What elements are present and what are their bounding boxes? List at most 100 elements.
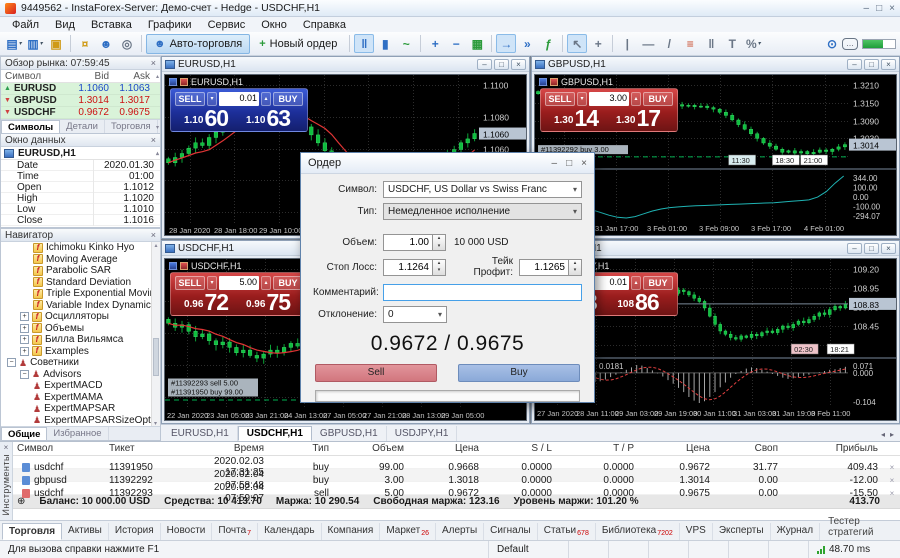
sell-button[interactable]: SELL bbox=[545, 92, 575, 106]
volume-decrease-button[interactable]: ▾ bbox=[207, 276, 217, 290]
navigator-item-expertmama[interactable]: ♟ExpertMAMA bbox=[1, 392, 160, 404]
chart-close-button[interactable]: × bbox=[881, 59, 896, 70]
take-profit-spinner[interactable]: ▴▾ bbox=[569, 259, 582, 276]
window-close-button[interactable]: × bbox=[889, 3, 895, 14]
expand-icon[interactable]: + bbox=[20, 312, 29, 321]
chart-minimize-button[interactable]: – bbox=[847, 59, 862, 70]
navigator-item-expertmapsarsizeoptim[interactable]: ♟ExpertMAPSARSizeOptim bbox=[1, 415, 160, 427]
tab-scroll-right-icon[interactable]: ▸ bbox=[890, 430, 894, 439]
tab-assets[interactable]: Активы bbox=[62, 523, 109, 540]
sell-button[interactable]: SELL bbox=[175, 92, 205, 106]
navigator-group-oscillators[interactable]: +fОсцилляторы bbox=[1, 311, 160, 323]
chart-minimize-button[interactable]: – bbox=[847, 243, 862, 254]
market-watch-row-usdchf[interactable]: ▼USDCHF 0.9672 0.9675 ▾ bbox=[1, 107, 160, 119]
scroll-down-icon[interactable]: ▾ bbox=[156, 124, 159, 131]
tab-signals[interactable]: Сигналы bbox=[484, 523, 538, 540]
zoom-in-icon[interactable]: + bbox=[425, 34, 445, 53]
volume-decrease-button[interactable]: ▾ bbox=[577, 92, 587, 106]
navigator-item-parabolic-sar[interactable]: fParabolic SAR bbox=[1, 265, 160, 277]
navigator-item-triple-exponential[interactable]: fTriple Exponential Movin bbox=[1, 288, 160, 300]
arrows-tool-icon[interactable]: %▾ bbox=[743, 34, 763, 53]
candlestick-chart-icon[interactable]: ▮ bbox=[375, 34, 395, 53]
volume-increase-button[interactable]: ▴ bbox=[261, 276, 271, 290]
tab-library[interactable]: Библиотека7202 bbox=[596, 523, 680, 540]
volume-increase-button[interactable]: ▴ bbox=[631, 276, 641, 290]
dialog-minimize-button[interactable]: – bbox=[552, 158, 558, 169]
tab-trade[interactable]: Торговля bbox=[2, 523, 62, 540]
menu-view[interactable]: Вид bbox=[47, 19, 83, 31]
tab-strategy-tester[interactable]: Тестер стратегий bbox=[820, 514, 898, 540]
volume-input[interactable]: 3.00 bbox=[589, 92, 629, 106]
chart-shift-icon[interactable]: » bbox=[517, 34, 537, 53]
buy-order-button[interactable]: Buy bbox=[458, 364, 580, 382]
navigator-item-variable-index[interactable]: fVariable Index Dynamic A bbox=[1, 300, 160, 312]
expand-icon[interactable]: + bbox=[20, 335, 29, 344]
tab-details[interactable]: Детали bbox=[60, 120, 105, 133]
chart-titlebar-eurusd[interactable]: EURUSD,H1 – □ × bbox=[162, 57, 529, 72]
tab-symbols[interactable]: Символы bbox=[1, 120, 60, 133]
scroll-up-icon[interactable]: ▴ bbox=[156, 73, 159, 80]
tab-favorites[interactable]: Избранное bbox=[47, 427, 108, 440]
channel-icon[interactable]: ‖ bbox=[701, 34, 721, 53]
expand-icon[interactable]: + bbox=[20, 347, 29, 356]
volume-input[interactable]: 5.00 bbox=[219, 276, 259, 290]
cursor-icon[interactable]: ↖ bbox=[567, 34, 587, 53]
navigator-group-examples[interactable]: +fExamples bbox=[1, 346, 160, 358]
balance-plus-icon[interactable]: ⊕ bbox=[17, 496, 25, 507]
market-symbols-icon[interactable]: ▣ bbox=[46, 34, 66, 53]
navigator-group-advisors-ru[interactable]: −♟Советники bbox=[1, 357, 160, 369]
navigator-group-volumes[interactable]: +fОбъемы bbox=[1, 323, 160, 335]
sell-price[interactable]: 0.9672 bbox=[175, 292, 237, 312]
tab-vps[interactable]: VPS bbox=[680, 523, 713, 540]
window-minimize-button[interactable]: – bbox=[864, 3, 870, 14]
order-dialog-titlebar[interactable]: Ордер – □ × bbox=[301, 153, 594, 174]
crosshair-icon[interactable]: + bbox=[588, 34, 608, 53]
vertical-line-icon[interactable]: | bbox=[617, 34, 637, 53]
dialog-maximize-button[interactable]: □ bbox=[566, 158, 572, 169]
line-chart-icon[interactable]: ~ bbox=[396, 34, 416, 53]
chart-minimize-button[interactable]: – bbox=[477, 59, 492, 70]
tab-articles[interactable]: Статьи678 bbox=[538, 523, 596, 540]
text-tool-icon[interactable]: T bbox=[722, 34, 742, 53]
new-chart-icon[interactable]: ▤▾ bbox=[4, 34, 24, 53]
tab-company[interactable]: Компания bbox=[322, 523, 381, 540]
search-icon[interactable]: ⊙ bbox=[822, 34, 842, 53]
window-maximize-button[interactable]: □ bbox=[876, 3, 882, 14]
chat-icon[interactable]: … bbox=[842, 38, 858, 50]
expand-icon[interactable]: + bbox=[20, 324, 29, 333]
navigator-group-bill-williams[interactable]: +fБилла Вильямса bbox=[1, 334, 160, 346]
sell-price[interactable]: 1.3014 bbox=[545, 108, 607, 128]
chart-tab-gbpusd[interactable]: GBPUSD,H1 bbox=[312, 426, 387, 441]
volume-decrease-button[interactable]: ▾ bbox=[207, 92, 217, 106]
new-order-button[interactable]: +Новый ордер bbox=[251, 34, 345, 54]
tab-trade[interactable]: Торговля bbox=[105, 120, 158, 133]
volume-increase-button[interactable]: ▴ bbox=[261, 92, 271, 106]
indicators-icon[interactable]: ƒ bbox=[538, 34, 558, 53]
chart-titlebar-gbpusd[interactable]: GBPUSD,H1 – □ × bbox=[532, 57, 899, 72]
navigator-item-moving-average[interactable]: fMoving Average bbox=[1, 254, 160, 266]
menu-charts[interactable]: Графики bbox=[140, 19, 200, 31]
tab-experts[interactable]: Эксперты bbox=[713, 523, 771, 540]
zoom-out-icon[interactable]: − bbox=[446, 34, 466, 53]
menu-insert[interactable]: Вставка bbox=[83, 19, 140, 31]
navigator-item-expertmapsar[interactable]: ♟ExpertMAPSAR bbox=[1, 403, 160, 415]
sell-price[interactable]: 1.1060 bbox=[175, 108, 237, 128]
tile-windows-icon[interactable]: ▦ bbox=[467, 34, 487, 53]
collapse-icon[interactable]: − bbox=[7, 358, 16, 367]
navigator-item-expertmacd[interactable]: ♟ExpertMACD bbox=[1, 380, 160, 392]
tab-market[interactable]: Маркет26 bbox=[380, 523, 436, 540]
chart-tab-eurusd[interactable]: EURUSD,H1 bbox=[163, 426, 238, 441]
volume-input[interactable]: 0.01 bbox=[589, 276, 629, 290]
market-watch-row-eurusd[interactable]: ▲EURUSD 1.1060 1.1063 bbox=[1, 83, 160, 95]
buy-price[interactable]: 1.3017 bbox=[607, 108, 669, 128]
tab-common[interactable]: Общие bbox=[1, 427, 47, 440]
close-position-icon[interactable]: × bbox=[884, 463, 900, 472]
scroll-up-icon[interactable]: ▴ bbox=[156, 150, 159, 157]
buy-price[interactable]: 1.1063 bbox=[237, 108, 299, 128]
panel-toggle-icon[interactable] bbox=[539, 78, 547, 86]
buy-button[interactable]: BUY bbox=[273, 276, 303, 290]
comment-input[interactable] bbox=[383, 284, 582, 301]
tab-history[interactable]: История bbox=[109, 523, 161, 540]
tab-calendar[interactable]: Календарь bbox=[258, 523, 321, 540]
buy-button[interactable]: BUY bbox=[643, 276, 673, 290]
